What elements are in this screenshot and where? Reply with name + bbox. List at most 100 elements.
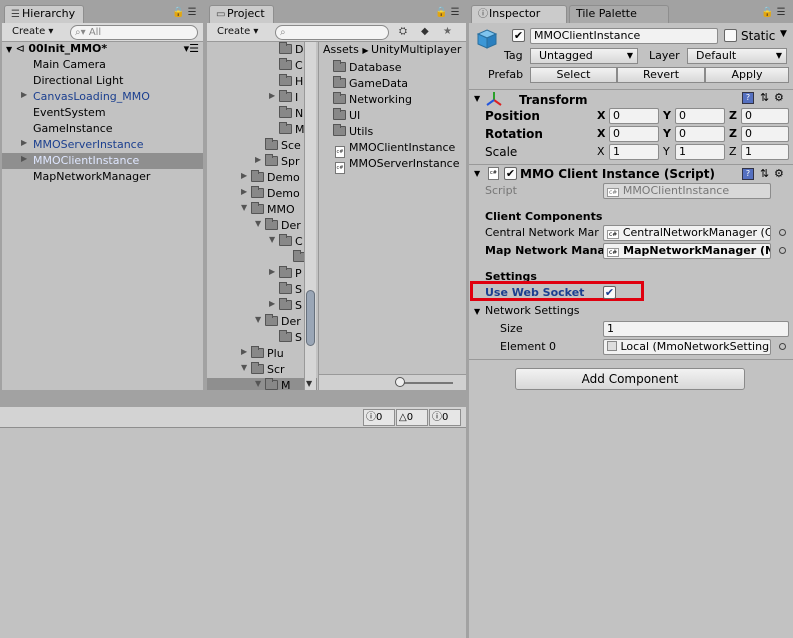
expand-arrow-icon[interactable]: ▶: [241, 347, 247, 356]
console-error-toggle[interactable]: ⓘ0: [429, 409, 461, 426]
tree-folder[interactable]: C: [279, 58, 303, 74]
tree-folder[interactable]: I: [279, 90, 298, 106]
breadcrumb-assets[interactable]: Assets: [323, 43, 359, 56]
tree-folder[interactable]: Spr: [265, 154, 300, 170]
hierarchy-item-mapnetworkmanager[interactable]: MapNetworkManager: [33, 169, 150, 185]
help-book-icon[interactable]: ?: [742, 92, 754, 104]
icon-size-slider-knob[interactable]: [395, 377, 405, 387]
component-gear-icon[interactable]: ⚙: [774, 91, 784, 104]
expand-arrow-icon[interactable]: ▶: [21, 138, 27, 147]
prefab-revert-button[interactable]: Revert: [617, 67, 705, 83]
scale-x-field[interactable]: 1: [609, 144, 659, 160]
hierarchy-item-mmoclientinstance[interactable]: MMOClientInstance: [33, 153, 139, 169]
rotation-y-field[interactable]: 0: [675, 126, 725, 142]
tree-folder[interactable]: Plu: [251, 346, 284, 362]
console-info-toggle[interactable]: ⓘ0: [363, 409, 395, 426]
asset-file-mmoserverinstance[interactable]: c# MMOServerInstance: [335, 156, 460, 174]
object-picker-icon[interactable]: [779, 247, 786, 254]
hierarchy-item-main-camera[interactable]: Main Camera: [33, 57, 106, 73]
object-picker-icon[interactable]: [779, 343, 786, 350]
expand-arrow-icon[interactable]: ▶: [241, 187, 247, 196]
asset-folder-database[interactable]: Database: [333, 60, 402, 76]
tab-project[interactable]: ▭ Project: [209, 5, 274, 23]
collapse-arrow-icon[interactable]: ▼: [269, 235, 275, 244]
script-foldout-arrow-icon[interactable]: ▼: [474, 169, 480, 178]
tab-hierarchy[interactable]: ☰ Hierarchy: [4, 5, 85, 23]
asset-folder-networking[interactable]: Networking: [333, 92, 412, 108]
prefab-apply-button[interactable]: Apply: [705, 67, 789, 83]
prefab-select-button[interactable]: Select: [530, 67, 617, 83]
hierarchy-item-canvasloading[interactable]: CanvasLoading_MMO: [33, 89, 150, 105]
expand-arrow-icon[interactable]: ▶: [269, 91, 275, 100]
collapse-arrow-icon[interactable]: ▼: [241, 203, 247, 212]
central-network-manager-field[interactable]: c# CentralNetworkManager (C: [603, 225, 771, 241]
tree-folder[interactable]: Sce: [265, 138, 301, 154]
rotation-z-field[interactable]: 0: [741, 126, 789, 142]
filter-by-type-icon[interactable]: ⛭: [399, 26, 407, 37]
tree-folder[interactable]: S: [279, 330, 302, 346]
icon-size-slider[interactable]: [397, 382, 453, 384]
tree-folder[interactable]: H: [279, 74, 303, 90]
expand-arrow-icon[interactable]: ▶: [241, 171, 247, 180]
tree-folder[interactable]: Der: [265, 314, 301, 330]
expand-arrow-icon[interactable]: ▶: [255, 155, 261, 164]
network-settings-foldout-arrow-icon[interactable]: ▼: [474, 307, 480, 316]
tab-tile-palette[interactable]: Tile Palette: [569, 5, 669, 23]
expand-arrow-icon[interactable]: ▶: [21, 90, 27, 99]
collapse-arrow-icon[interactable]: ▼: [255, 315, 261, 324]
use-web-socket-checkbox[interactable]: ✔: [603, 286, 616, 299]
project-search-input[interactable]: ⌕: [275, 25, 389, 40]
hierarchy-item-mmoserverinstance[interactable]: MMOServerInstance: [33, 137, 144, 153]
help-book-icon[interactable]: ?: [742, 168, 754, 180]
lock-menu-icon[interactable]: 🔒 ☰: [435, 7, 460, 18]
tab-inspector[interactable]: ⓘInspector: [471, 5, 567, 23]
console-warning-toggle[interactable]: △0: [396, 409, 428, 426]
collapse-arrow-icon[interactable]: ▼: [241, 363, 247, 372]
hierarchy-item-gameinstance[interactable]: GameInstance: [33, 121, 113, 137]
active-checkbox[interactable]: ✔: [512, 29, 525, 42]
scale-y-field[interactable]: 1: [675, 144, 725, 160]
element-0-field[interactable]: Local (MmoNetworkSetting: [603, 339, 771, 355]
tree-folder-selected[interactable]: [207, 378, 317, 390]
component-gear-icon[interactable]: ⚙: [774, 167, 784, 180]
collapse-arrow-icon[interactable]: ▼: [255, 379, 261, 388]
tree-folder[interactable]: Der: [265, 218, 301, 234]
hierarchy-item-directional-light[interactable]: Directional Light: [33, 73, 123, 89]
scale-z-field[interactable]: 1: [741, 144, 789, 160]
tree-folder[interactable]: Demo: [251, 186, 300, 202]
position-x-field[interactable]: 0: [609, 108, 659, 124]
static-checkbox[interactable]: [724, 29, 737, 42]
static-dropdown-icon[interactable]: ▼: [780, 29, 787, 39]
expand-arrow-icon[interactable]: ▼: [6, 45, 12, 54]
hierarchy-create-button[interactable]: Create ▾: [8, 25, 57, 40]
project-create-button[interactable]: Create ▾: [213, 25, 262, 40]
tree-folder[interactable]: S: [279, 298, 302, 314]
object-picker-icon[interactable]: [779, 229, 786, 236]
favorite-star-icon[interactable]: ★: [443, 26, 452, 37]
tree-folder[interactable]: M: [265, 378, 291, 390]
tree-folder[interactable]: C: [279, 234, 303, 250]
transform-foldout-arrow-icon[interactable]: ▼: [474, 94, 480, 103]
tree-folder[interactable]: M: [279, 122, 305, 138]
tree-scrollbar[interactable]: ▼: [304, 42, 316, 390]
menu-icon[interactable]: ▾☰: [184, 41, 199, 57]
tree-folder[interactable]: D: [279, 42, 303, 58]
filter-by-label-icon[interactable]: ◆: [421, 26, 429, 37]
add-component-button[interactable]: Add Component: [515, 368, 745, 390]
tree-scrollbar-thumb[interactable]: [306, 290, 315, 346]
tree-folder[interactable]: MMO: [251, 202, 295, 218]
tree-folder[interactable]: N: [279, 106, 303, 122]
size-field[interactable]: 1: [603, 321, 789, 337]
tag-dropdown[interactable]: Untagged ▼: [530, 48, 638, 64]
position-z-field[interactable]: 0: [741, 108, 789, 124]
tree-folder[interactable]: P: [279, 266, 302, 282]
scroll-down-arrow-icon[interactable]: ▼: [306, 379, 312, 388]
preset-sliders-icon[interactable]: ⇅: [760, 167, 769, 180]
lock-menu-icon[interactable]: 🔒 ☰: [172, 7, 197, 18]
collapse-arrow-icon[interactable]: ▼: [255, 219, 261, 228]
asset-file-mmoclientinstance[interactable]: c# MMOClientInstance: [335, 140, 455, 158]
tree-folder[interactable]: Demo: [251, 170, 300, 186]
position-y-field[interactable]: 0: [675, 108, 725, 124]
asset-folder-gamedata[interactable]: GameData: [333, 76, 408, 92]
hierarchy-search-input[interactable]: ⌕▾ All: [70, 25, 198, 40]
